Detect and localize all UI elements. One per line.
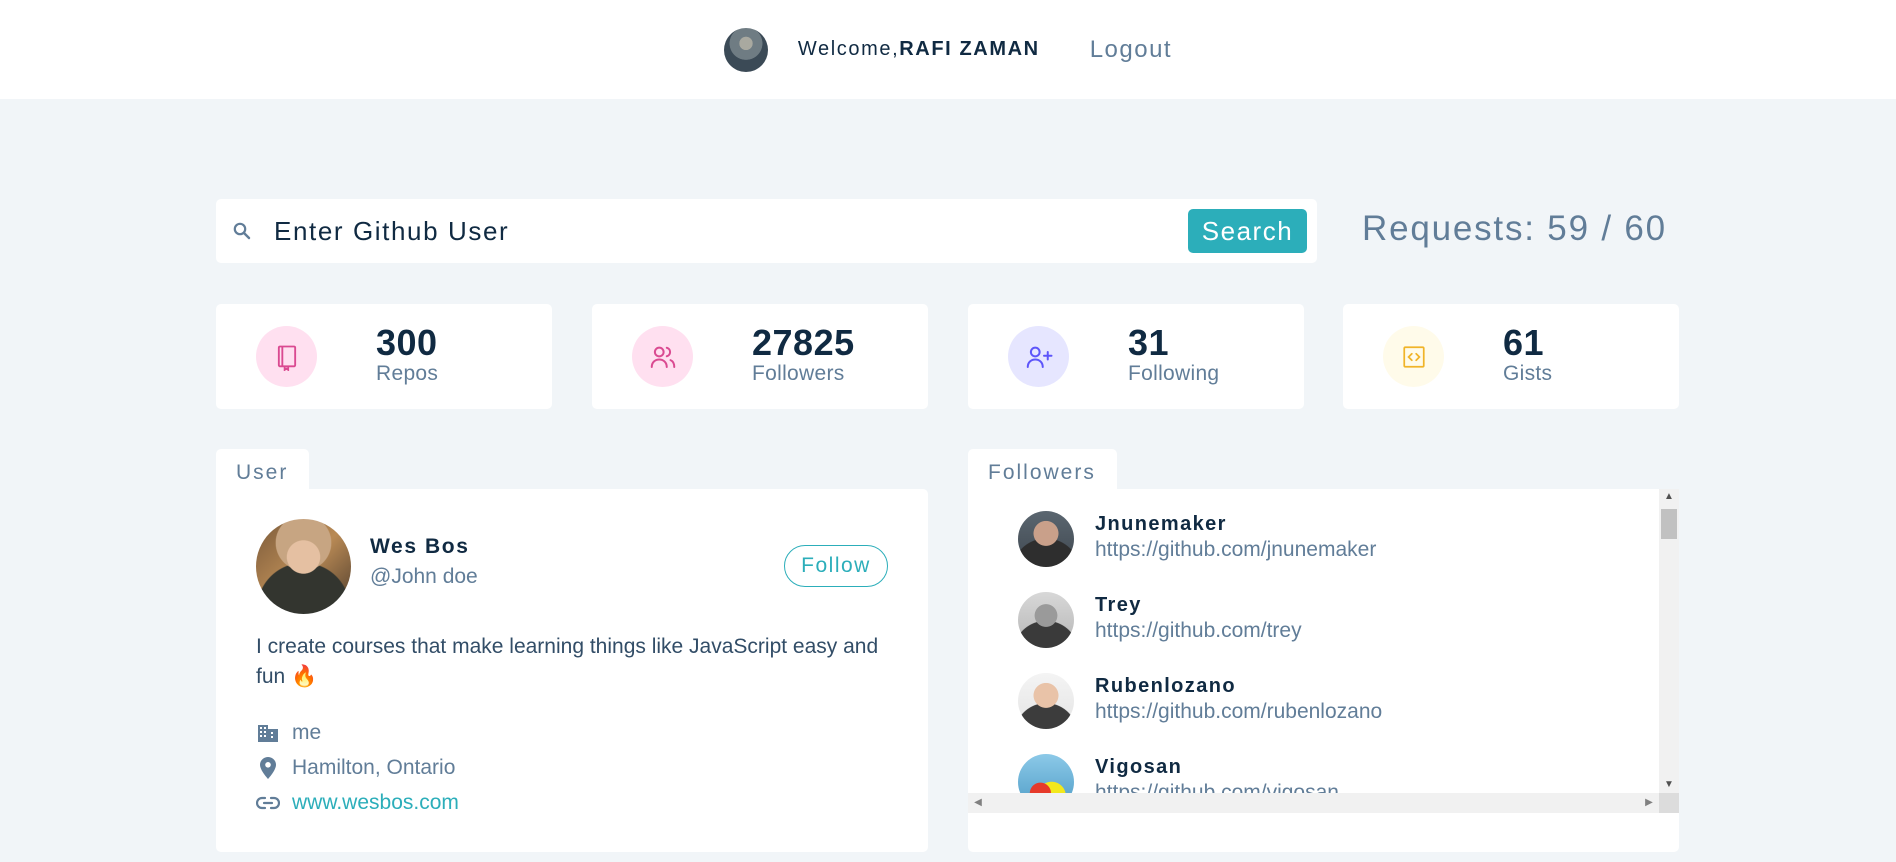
- welcome-text: Welcome,RAFI ZAMAN: [798, 38, 1040, 61]
- blog-row: www.wesbos.com: [256, 790, 459, 816]
- building-icon: [256, 721, 280, 745]
- users-icon: [632, 326, 693, 387]
- follower-item: Vigosan https://github.com/vigosan: [1018, 754, 1618, 793]
- navbar: Welcome,RAFI ZAMAN Logout: [0, 0, 1896, 99]
- search-form: Search: [216, 199, 1317, 263]
- welcome-prefix: Welcome,: [797, 38, 900, 60]
- scroll-up-arrow-icon[interactable]: ▲: [1659, 489, 1679, 505]
- user-plus-icon: [1008, 326, 1069, 387]
- user-bio: I create courses that make learning thin…: [256, 635, 879, 688]
- follower-name: Trey: [1095, 594, 1142, 616]
- blog-link[interactable]: www.wesbos.com: [292, 791, 459, 815]
- company-text: me: [292, 721, 322, 744]
- scrollbar-corner: [1659, 793, 1679, 813]
- stat-value: 31: [1128, 322, 1170, 363]
- followers-panel-tab: Followers: [968, 449, 1117, 491]
- scroll-left-arrow-icon[interactable]: ◀: [968, 793, 988, 813]
- followers-horizontal-scrollbar[interactable]: ◀ ▶: [968, 793, 1659, 813]
- follower-url[interactable]: https://github.com/jnunemaker: [1095, 538, 1376, 562]
- followers-vertical-scrollbar[interactable]: ▲ ▼: [1659, 489, 1679, 793]
- stat-card-gists: 61 Gists: [1343, 304, 1679, 409]
- code-icon: [1383, 326, 1444, 387]
- stat-label: Gists: [1503, 362, 1553, 385]
- user-name: Wes Bos: [370, 535, 470, 558]
- search-icon: [233, 222, 251, 240]
- location-text: Hamilton, Ontario: [292, 756, 456, 779]
- navbar-avatar: [723, 27, 768, 72]
- search-input[interactable]: [274, 213, 1174, 249]
- welcome-user-name: RAFI ZAMAN: [899, 38, 1040, 60]
- follower-avatar: [1018, 592, 1074, 648]
- follower-item: Jnunemaker https://github.com/jnunemaker: [1018, 511, 1618, 571]
- stat-card-repos: 300 Repos: [216, 304, 552, 409]
- follow-button[interactable]: Follow: [784, 545, 888, 587]
- stat-value: 27825: [752, 322, 855, 363]
- stat-label: Following: [1128, 362, 1220, 385]
- scroll-down-arrow-icon[interactable]: ▼: [1659, 777, 1679, 793]
- user-panel-tab: User: [216, 449, 310, 491]
- requests-counter: Requests: 59 / 60: [1362, 209, 1667, 248]
- user-handle: @John doe: [370, 565, 478, 588]
- book-icon: [256, 326, 317, 387]
- follower-avatar: [1018, 673, 1074, 729]
- follower-item: Trey https://github.com/trey: [1018, 592, 1618, 652]
- follower-name: Vigosan: [1095, 756, 1183, 778]
- stat-card-following: 31 Following: [968, 304, 1304, 409]
- stat-label: Repos: [376, 362, 439, 385]
- scrollbar-thumb[interactable]: [1661, 509, 1677, 539]
- follower-avatar: [1018, 511, 1074, 567]
- follower-name: Rubenlozano: [1095, 675, 1236, 697]
- user-card: Wes Bos @John doe Follow I create course…: [216, 489, 928, 852]
- stat-value: 61: [1503, 322, 1545, 363]
- navbar-content: Welcome,RAFI ZAMAN Logout: [723, 27, 1172, 72]
- map-pin-icon: [256, 756, 280, 780]
- company-row: me: [256, 720, 321, 746]
- follower-url[interactable]: https://github.com/rubenlozano: [1095, 700, 1382, 724]
- user-avatar: [256, 519, 351, 614]
- link-icon: [256, 791, 280, 815]
- stat-label: Followers: [752, 362, 845, 385]
- follower-url[interactable]: https://github.com/vigosan: [1095, 781, 1339, 793]
- followers-card: Jnunemaker https://github.com/jnunemaker…: [968, 489, 1679, 852]
- followers-list[interactable]: Jnunemaker https://github.com/jnunemaker…: [968, 489, 1659, 793]
- follower-url[interactable]: https://github.com/trey: [1095, 619, 1302, 643]
- search-button[interactable]: Search: [1188, 209, 1307, 253]
- follower-avatar: [1018, 754, 1074, 793]
- follower-name: Jnunemaker: [1095, 513, 1227, 535]
- follower-item: Rubenlozano https://github.com/rubenloza…: [1018, 673, 1618, 733]
- stat-value: 300: [376, 322, 438, 363]
- scroll-right-arrow-icon[interactable]: ▶: [1639, 793, 1659, 813]
- logout-button[interactable]: Logout: [1090, 36, 1172, 64]
- location-row: Hamilton, Ontario: [256, 755, 455, 781]
- stat-card-followers: 27825 Followers: [592, 304, 928, 409]
